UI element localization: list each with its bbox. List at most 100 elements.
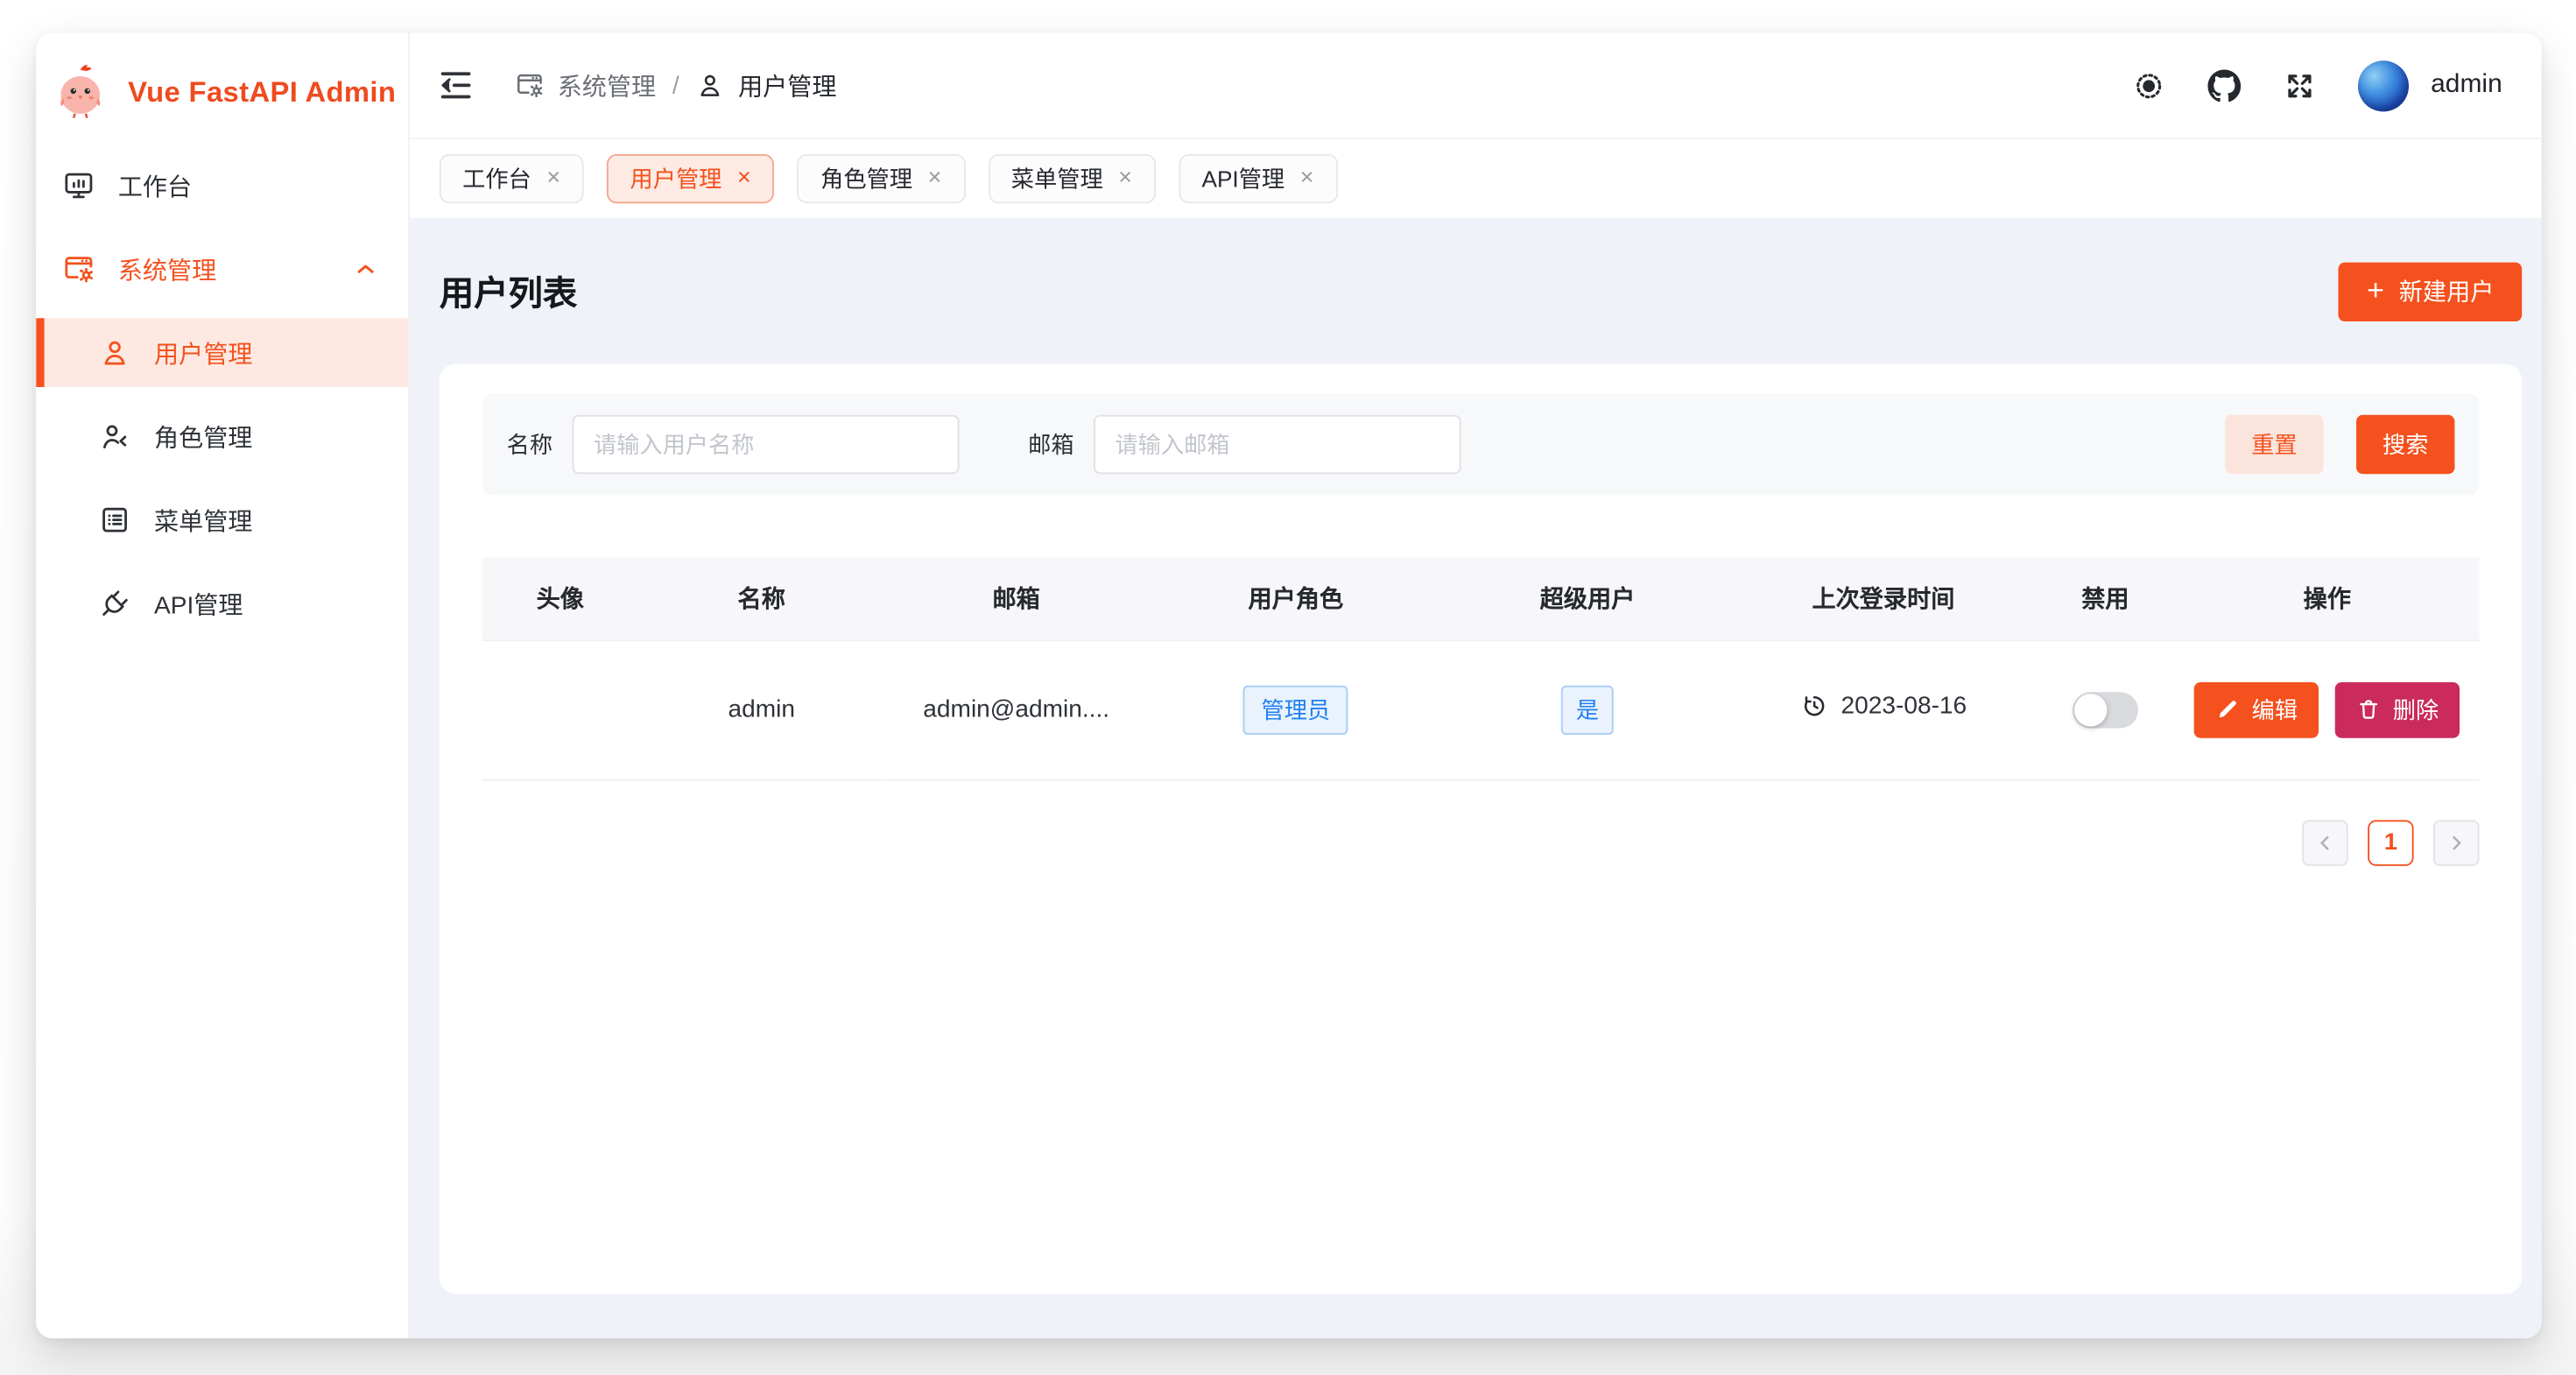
sidebar-item-role-mgmt[interactable]: 角色管理	[36, 402, 408, 471]
chevron-up-icon	[353, 256, 379, 282]
collapse-sidebar-icon[interactable]	[436, 66, 475, 105]
cell-role: 管理员	[1148, 639, 1444, 779]
plus-icon: +	[2367, 276, 2384, 306]
breadcrumb-user-mgmt[interactable]: 用户管理	[695, 68, 836, 102]
content-area: 用户列表 + 新建用户 名称 邮箱 重置 搜索	[410, 218, 2542, 1338]
sidebar-item-workbench[interactable]: 工作台	[36, 151, 408, 220]
user-role-icon	[98, 420, 130, 452]
toggle-knob	[2074, 693, 2107, 725]
cell-superuser: 是	[1444, 639, 1732, 779]
sidebar-item-label: 工作台	[118, 168, 192, 202]
sidebar-item-label: 系统管理	[118, 251, 216, 286]
tab-menu-mgmt[interactable]: 菜单管理 ✕	[989, 154, 1156, 203]
table-row: admin admin@admin.... 管理员 是	[482, 639, 2480, 779]
monitor-icon	[62, 169, 95, 201]
github-icon[interactable]	[2207, 68, 2242, 102]
cell-actions: 编辑 删除	[2175, 639, 2479, 779]
app-window: Vue FastAPI Admin 工作台	[36, 32, 2541, 1338]
filter-bar: 名称 邮箱 重置 搜索	[482, 393, 2480, 495]
sidebar: Vue FastAPI Admin 工作台	[36, 32, 410, 1338]
window-gear-icon	[515, 71, 545, 101]
tab-workbench[interactable]: 工作台 ✕	[440, 154, 584, 203]
user-avatar[interactable]	[2359, 60, 2410, 110]
tab-role-mgmt[interactable]: 角色管理 ✕	[798, 154, 965, 203]
breadcrumb-separator: /	[672, 71, 679, 99]
column-header-role: 用户角色	[1148, 558, 1444, 640]
pagination-next-button[interactable]	[2433, 819, 2479, 864]
tab-label: 角色管理	[820, 162, 912, 194]
user-table: 头像 名称 邮箱 用户角色 超级用户 上次登录时间 禁用 操作	[482, 558, 2480, 780]
column-header-name: 名称	[638, 558, 885, 640]
chevron-left-icon	[2313, 831, 2336, 854]
cell-disabled	[2036, 639, 2176, 779]
breadcrumb-label: 系统管理	[558, 68, 656, 102]
main-area: 系统管理 / 用户管理	[410, 32, 2542, 1338]
email-filter-input[interactable]	[1094, 415, 1460, 474]
cell-last-login: 2023-08-16	[1731, 639, 2035, 779]
topbar: 系统管理 / 用户管理	[410, 32, 2542, 139]
app-logo[interactable]: Vue FastAPI Admin	[36, 32, 408, 151]
page-title: 用户列表	[440, 266, 577, 315]
edit-button[interactable]: 编辑	[2194, 681, 2319, 737]
new-user-button-label: 新建用户	[2399, 274, 2495, 308]
name-filter-input[interactable]	[573, 415, 960, 474]
search-button[interactable]: 搜索	[2356, 415, 2454, 474]
topbar-actions: admin	[2132, 60, 2502, 110]
last-login-value: 2023-08-16	[1841, 692, 1967, 720]
delete-button-label: 删除	[2393, 693, 2439, 725]
table-header-row: 头像 名称 邮箱 用户角色 超级用户 上次登录时间 禁用 操作	[482, 558, 2480, 640]
pencil-icon	[2215, 697, 2240, 722]
tab-close-icon[interactable]: ✕	[1118, 170, 1133, 188]
user-icon	[98, 336, 130, 369]
menu-list-icon	[98, 504, 130, 536]
sidebar-item-system-mgmt[interactable]: 系统管理	[36, 235, 408, 304]
tab-close-icon[interactable]: ✕	[927, 170, 942, 188]
tab-user-mgmt[interactable]: 用户管理 ✕	[607, 154, 774, 203]
username-label[interactable]: admin	[2431, 71, 2502, 101]
sidebar-item-label: 菜单管理	[154, 503, 252, 537]
sidebar-item-label: 角色管理	[154, 419, 252, 453]
sidebar-item-menu-mgmt[interactable]: 菜单管理	[36, 485, 408, 554]
column-header-last-login: 上次登录时间	[1731, 558, 2035, 640]
delete-button[interactable]: 删除	[2335, 681, 2460, 737]
history-clock-icon	[1800, 692, 1828, 720]
pagination: 1	[482, 819, 2480, 864]
tab-close-icon[interactable]: ✕	[1299, 170, 1314, 188]
superuser-tag: 是	[1561, 685, 1614, 734]
name-filter-label: 名称	[507, 428, 553, 461]
breadcrumb-label: 用户管理	[738, 68, 836, 102]
user-icon	[695, 71, 725, 101]
tab-label: 用户管理	[630, 162, 722, 194]
email-filter-label: 邮箱	[1028, 428, 1073, 461]
tab-label: 工作台	[462, 162, 531, 194]
sidebar-item-label: 用户管理	[154, 335, 252, 370]
filter-actions: 重置 搜索	[2225, 415, 2454, 474]
sidebar-item-api-mgmt[interactable]: API管理	[36, 569, 408, 638]
column-header-email: 邮箱	[884, 558, 1147, 640]
theme-toggle-sun-icon[interactable]	[2132, 68, 2166, 102]
tab-label: API管理	[1201, 162, 1284, 194]
new-user-button[interactable]: + 新建用户	[2339, 262, 2522, 321]
window-gear-icon	[62, 252, 95, 285]
tab-bar: 工作台 ✕ 用户管理 ✕ 角色管理 ✕ 菜单管理 ✕ API管理 ✕	[410, 139, 2542, 218]
trash-icon	[2357, 697, 2382, 722]
page-background: Vue FastAPI Admin 工作台	[0, 0, 2576, 1374]
plug-icon	[98, 587, 130, 619]
column-header-superuser: 超级用户	[1444, 558, 1732, 640]
tab-close-icon[interactable]: ✕	[736, 170, 751, 188]
disable-toggle[interactable]	[2073, 691, 2138, 727]
pagination-page-1[interactable]: 1	[2368, 819, 2413, 864]
reset-button[interactable]: 重置	[2225, 415, 2323, 474]
tab-label: 菜单管理	[1011, 162, 1103, 194]
pagination-prev-button[interactable]	[2302, 819, 2347, 864]
cell-name: admin	[638, 639, 885, 779]
column-header-actions: 操作	[2175, 558, 2479, 640]
tab-close-icon[interactable]: ✕	[546, 170, 561, 188]
tab-api-mgmt[interactable]: API管理 ✕	[1179, 154, 1337, 203]
sidebar-item-label: API管理	[154, 586, 243, 620]
breadcrumb-system-mgmt[interactable]: 系统管理	[515, 68, 656, 102]
fullscreen-icon[interactable]	[2284, 68, 2318, 102]
sidebar-item-user-mgmt[interactable]: 用户管理	[36, 318, 408, 387]
chevron-right-icon	[2445, 831, 2467, 854]
cell-avatar	[482, 639, 638, 779]
